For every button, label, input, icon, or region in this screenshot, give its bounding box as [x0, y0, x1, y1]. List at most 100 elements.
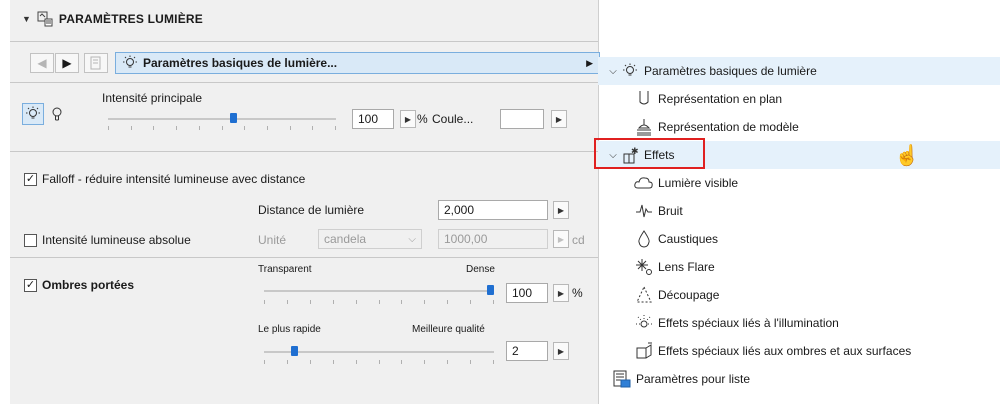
intensity-spin-button[interactable]: ▶: [400, 110, 416, 128]
panel-title: PARAMÈTRES LUMIÈRE: [58, 12, 203, 26]
slider-tick: [289, 126, 291, 130]
tree-item-model-representation[interactable]: Représentation de modèle: [598, 113, 1000, 141]
tree-item-label: Paramètres pour liste: [636, 372, 751, 386]
slider-tick: [335, 126, 336, 130]
shadow-quality-slider-thumb[interactable]: [290, 346, 298, 356]
tree-item-noise[interactable]: Bruit: [598, 197, 1000, 225]
panel-header[interactable]: ▼ PARAMÈTRES LUMIÈRE: [10, 8, 598, 30]
light-distance-label: Distance de lumière: [258, 203, 365, 217]
tree-item-basic-light[interactable]: ⌵ Paramètres basiques de lumière: [598, 57, 1000, 85]
cast-shadows-checkbox[interactable]: ✓: [24, 279, 37, 292]
color-picker-button[interactable]: ▶: [551, 110, 567, 128]
light-on-toggle[interactable]: [22, 103, 44, 125]
main-intensity-slider[interactable]: [108, 118, 336, 120]
preset-dropdown[interactable]: Paramètres basiques de lumière... ▶: [115, 52, 600, 74]
color-swatch[interactable]: [500, 109, 544, 129]
shadow-quality-field[interactable]: 2: [506, 341, 548, 361]
divider: [10, 82, 598, 83]
slider-tick: [493, 360, 494, 364]
tree-item-visible-light[interactable]: Lumière visible: [598, 169, 1000, 197]
fastest-label: Le plus rapide: [258, 324, 321, 335]
divider: [10, 41, 598, 42]
tree-item-shadow-surface-effects[interactable]: Effets spéciaux liés aux ombres et aux s…: [598, 337, 1000, 365]
list-settings-icon: [612, 369, 632, 389]
slider-tick: [424, 360, 426, 364]
absolute-intensity-value: 1000,00: [444, 232, 488, 246]
tree-item-illumination-effects[interactable]: Effets spéciaux liés à l'illumination: [598, 309, 1000, 337]
slider-tick: [244, 126, 246, 130]
slider-tick: [176, 126, 178, 130]
slider-ticks: [264, 300, 494, 304]
main-intensity-value: 100: [358, 112, 379, 126]
tree-item-plan-representation[interactable]: Représentation en plan: [598, 85, 1000, 113]
slider-tick: [312, 126, 314, 130]
lens-flare-icon: [634, 257, 654, 277]
light-off-toggle[interactable]: [46, 103, 68, 125]
shadow-surface-effects-icon: [634, 341, 654, 361]
absolute-intensity-field[interactable]: 1000,00: [438, 229, 548, 249]
light-distance-value: 2,000: [444, 203, 475, 217]
slider-tick: [286, 360, 288, 364]
unit-select[interactable]: candela ⌵: [318, 229, 422, 249]
main-intensity-slider-thumb[interactable]: [229, 113, 237, 123]
slider-tick: [221, 126, 223, 130]
light-distance-field[interactable]: 2,000: [438, 200, 548, 220]
tree-item-label: Bruit: [658, 204, 683, 218]
distance-spin-button[interactable]: ▶: [553, 201, 569, 219]
light-bulb-icon: [123, 55, 137, 68]
main-intensity-field[interactable]: 100: [352, 109, 394, 129]
tree-item-list-settings[interactable]: Paramètres pour liste: [598, 365, 1000, 393]
shadow-transparency-slider-thumb[interactable]: [487, 285, 494, 295]
tree-item-lens-flare[interactable]: Lens Flare: [598, 253, 1000, 281]
slider-tick: [198, 126, 200, 130]
next-button[interactable]: ▶: [55, 53, 79, 73]
clipping-icon: [634, 285, 654, 305]
slider-tick: [108, 126, 109, 130]
divider: [10, 151, 598, 152]
previous-button[interactable]: ◀: [30, 53, 54, 73]
plan-representation-icon: [634, 89, 654, 109]
shadow-quality-slider[interactable]: [264, 351, 494, 353]
tree-item-label: Lens Flare: [658, 260, 715, 274]
slider-tick: [447, 300, 449, 304]
slider-tick: [401, 360, 403, 364]
absolute-intensity-checkbox[interactable]: [24, 234, 37, 247]
page-info-button[interactable]: [84, 53, 108, 73]
slider-tick: [355, 360, 357, 364]
drop-icon: [634, 229, 654, 249]
dropdown-arrow-icon: ▶: [586, 57, 593, 68]
main-intensity-label: Intensité principale: [102, 91, 203, 105]
slider-tick: [286, 300, 288, 304]
chevron-down-icon: ⌵: [408, 233, 416, 245]
model-representation-icon: [634, 117, 654, 137]
slider-tick: [264, 360, 265, 364]
falloff-label: Falloff - réduire intensité lumineuse av…: [42, 172, 306, 186]
cast-shadows-label: Ombres portées: [42, 278, 135, 292]
collapse-triangle-icon[interactable]: ▼: [22, 14, 31, 24]
shadow-transparency-slider[interactable]: [264, 290, 494, 292]
percent-unit: %: [417, 112, 428, 126]
falloff-checkbox[interactable]: ✓: [24, 173, 37, 186]
chevron-down-icon[interactable]: ⌵: [606, 66, 620, 77]
absolute-spin-button[interactable]: ▶: [553, 230, 569, 248]
shadow-transparency-field[interactable]: 100: [506, 283, 548, 303]
slider-tick: [153, 126, 155, 130]
light-bulb-off-icon: [52, 107, 62, 121]
slider-tick: [470, 300, 472, 304]
light-bulb-icon: [620, 61, 640, 81]
transparent-label: Transparent: [258, 264, 312, 275]
tree-item-label: Effets spéciaux liés à l'illumination: [658, 316, 839, 330]
tree-item-label: Paramètres basiques de lumière: [644, 64, 817, 78]
shadow-quality-value: 2: [512, 344, 519, 358]
tree-item-caustics[interactable]: Caustiques: [598, 225, 1000, 253]
light-settings-icon: [37, 11, 53, 27]
tree-item-clipping[interactable]: Découpage: [598, 281, 1000, 309]
slider-tick: [332, 300, 334, 304]
illumination-effects-icon: [634, 313, 654, 333]
color-label: Coule...: [432, 112, 474, 126]
tree-item-label: Caustiques: [658, 232, 719, 246]
quality-spin-button[interactable]: ▶: [553, 342, 569, 360]
slider-tick: [378, 360, 380, 364]
transparency-spin-button[interactable]: ▶: [553, 284, 569, 302]
preset-dropdown-value: Paramètres basiques de lumière...: [143, 56, 338, 70]
